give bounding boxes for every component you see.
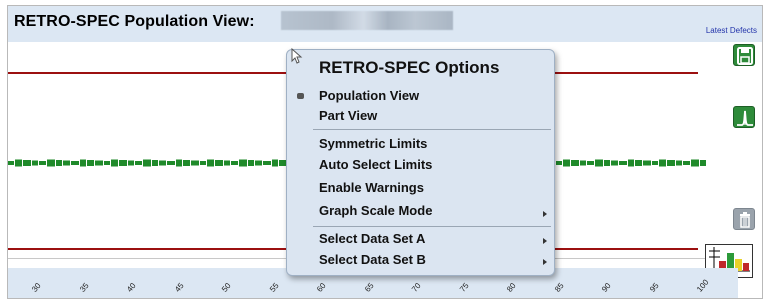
submenu-arrow-icon (543, 259, 547, 265)
retro-spec-options-menu: RETRO-SPEC Options Population View Part … (286, 49, 555, 276)
redacted-population-name (281, 11, 453, 30)
green-data-segment (635, 160, 642, 166)
green-data-segment (667, 160, 675, 166)
x-tick-label: 70 (410, 281, 423, 294)
x-tick-label: 65 (362, 281, 376, 294)
x-tick-label: 95 (647, 281, 661, 294)
menu-separator (313, 226, 551, 227)
green-data-segment (95, 160, 103, 166)
x-tick-label: 50 (220, 281, 233, 294)
green-data-segment (255, 160, 262, 166)
green-data-segment (239, 159, 247, 167)
green-data-segment (691, 159, 699, 167)
menu-item-part-view[interactable]: Part View (319, 108, 377, 123)
green-data-segment (104, 161, 110, 165)
green-data-segment (272, 159, 278, 167)
green-data-segment (56, 160, 62, 166)
latest-defects-link[interactable]: Latest Defects (706, 26, 757, 35)
limits-peak-icon[interactable] (733, 106, 755, 128)
green-data-segment (32, 160, 38, 166)
green-data-segment (47, 159, 55, 167)
x-tick-label: 30 (30, 281, 43, 294)
menu-item-enable-warnings[interactable]: Enable Warnings (319, 180, 424, 195)
green-data-segment (224, 160, 230, 166)
x-tick-label: 55 (267, 281, 281, 294)
green-data-segment (587, 161, 594, 165)
x-tick-label: 90 (600, 281, 613, 294)
x-tick-label: 75 (457, 281, 471, 294)
menu-title: RETRO-SPEC Options (319, 58, 500, 77)
green-data-segment (39, 161, 46, 165)
green-data-segment (71, 161, 79, 165)
green-data-segment (595, 159, 603, 167)
green-data-segment (231, 161, 238, 165)
green-data-segment (628, 159, 634, 167)
green-data-segment (143, 159, 151, 167)
green-data-segment (263, 161, 271, 165)
submenu-arrow-icon (543, 238, 547, 244)
green-data-segment (248, 160, 254, 166)
green-data-segment (215, 160, 223, 166)
green-data-segment (119, 160, 127, 166)
green-data-segment (556, 161, 562, 165)
green-data-segment (8, 161, 14, 165)
green-data-segment (63, 160, 70, 166)
x-tick-label: 85 (552, 281, 566, 294)
green-data-segment (619, 161, 627, 165)
x-tick-label: 40 (125, 281, 138, 294)
green-data-segment (159, 160, 166, 166)
selected-bullet-icon (297, 93, 304, 99)
green-data-segment (128, 160, 134, 166)
green-data-segment (111, 159, 118, 167)
green-data-segment (683, 161, 690, 165)
trash-icon[interactable] (733, 208, 755, 230)
submenu-arrow-icon (543, 211, 547, 217)
x-tick-label: 45 (172, 281, 186, 294)
green-data-segment (183, 160, 190, 166)
green-data-segment (571, 160, 579, 166)
green-data-segment (700, 160, 706, 166)
menu-item-symmetric-limits[interactable]: Symmetric Limits (319, 136, 427, 151)
x-tick-label: 60 (315, 281, 328, 294)
menu-separator (313, 129, 551, 130)
mouse-pointer-icon (291, 47, 303, 69)
menu-item-population-view[interactable]: Population View (319, 88, 419, 103)
green-data-segment (176, 159, 182, 167)
green-data-segment (643, 160, 651, 166)
header-bar: RETRO-SPEC Population View: Latest Defec… (8, 6, 762, 42)
green-data-segment (167, 161, 175, 165)
save-icon[interactable] (733, 44, 755, 66)
green-data-segment (152, 160, 158, 166)
green-data-segment (604, 160, 610, 166)
green-data-segment (563, 159, 570, 167)
x-tick-label: 100 (695, 277, 711, 294)
green-data-segment (652, 161, 658, 165)
green-data-segment (23, 160, 31, 166)
menu-item-graph-scale-mode[interactable]: Graph Scale Mode (319, 203, 432, 218)
green-data-segment (676, 160, 682, 166)
x-tick-label: 80 (505, 281, 518, 294)
menu-item-auto-select-limits[interactable]: Auto Select Limits (319, 157, 432, 172)
green-data-segment (279, 160, 286, 166)
green-data-segment (207, 159, 214, 167)
page-title: RETRO-SPEC Population View: (14, 13, 255, 30)
green-data-segment (80, 159, 86, 167)
green-data-segment (87, 160, 94, 166)
green-data-segment (15, 159, 22, 167)
green-data-segment (135, 161, 142, 165)
green-data-segment (191, 160, 199, 166)
green-data-segment (580, 160, 586, 166)
green-data-segment (659, 159, 666, 167)
green-data-segment (611, 160, 618, 166)
menu-item-select-data-set-b[interactable]: Select Data Set B (319, 252, 426, 267)
x-tick-label: 35 (77, 281, 91, 294)
menu-item-select-data-set-a[interactable]: Select Data Set A (319, 231, 425, 246)
green-data-segment (200, 161, 206, 165)
